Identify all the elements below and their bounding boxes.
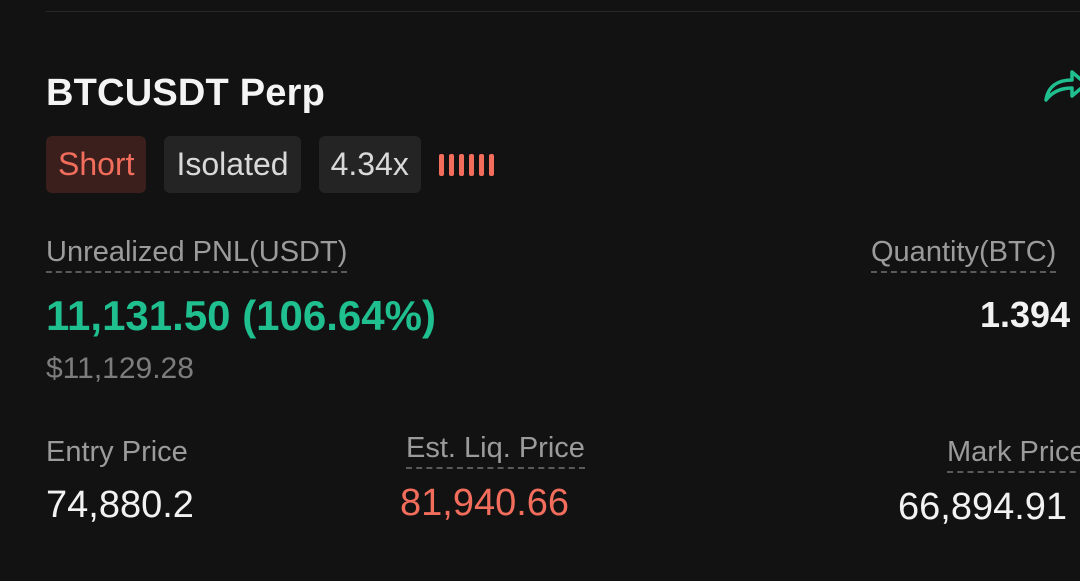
risk-bar [488,153,494,176]
risk-bar [438,153,444,176]
unrealized-pnl-label[interactable]: Unrealized PNL(USDT) [46,236,348,273]
unrealized-pnl-value: 11,131.50 (106.64%) [46,292,436,339]
quantity-value: 1.394 [980,294,1071,335]
quantity-label[interactable]: Quantity(BTC) [871,236,1057,273]
unrealized-pnl-usd: $11,129.28 [46,352,194,385]
mark-price-value: 66,894.91 [898,486,1068,528]
risk-level-indicator [438,153,494,176]
mark-price-label[interactable]: Mark Price [947,436,1080,473]
entry-price-value: 74,880.2 [46,484,194,526]
margin-mode-badge[interactable]: Isolated [164,136,301,193]
side-badge: Short [46,136,147,193]
top-divider [46,11,1080,12]
risk-bar [448,153,454,176]
share-arrow-icon[interactable] [1040,62,1080,110]
risk-bar [478,153,484,176]
leverage-badge[interactable]: 4.34x [318,136,421,193]
position-badges: Short Isolated 4.34x [46,136,494,193]
liq-price-value: 81,940.66 [400,482,570,524]
risk-bar [468,153,474,176]
entry-price-label: Entry Price [46,436,188,468]
position-title: BTCUSDT Perp [46,72,325,114]
liq-price-label[interactable]: Est. Liq. Price [406,432,585,469]
risk-bar [458,153,464,176]
position-card: BTCUSDT Perp Short Isolated 4.34x Unreal… [0,0,1080,581]
